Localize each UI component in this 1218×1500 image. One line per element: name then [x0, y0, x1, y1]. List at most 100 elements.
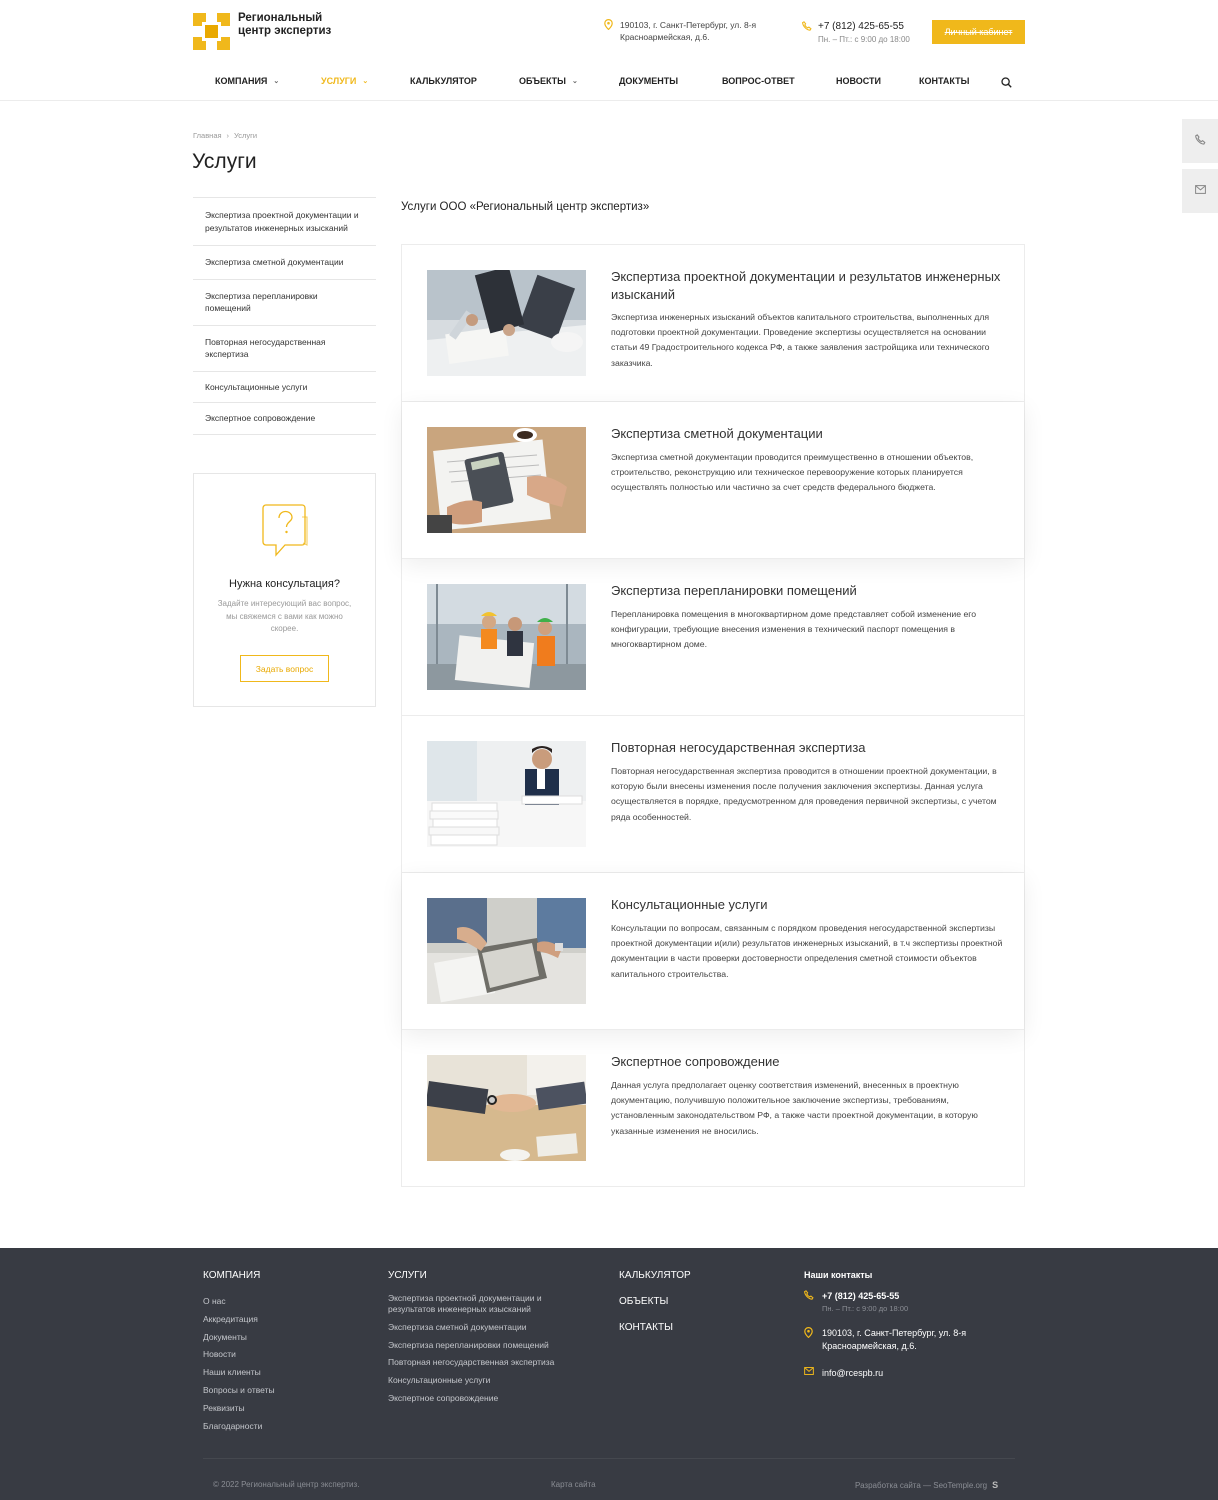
nav-faq[interactable]: Вопрос-ответ [722, 76, 795, 86]
footer-developer-link[interactable]: Разработка сайта — SeoTemple.org S [855, 1480, 998, 1490]
phone-icon [804, 1290, 822, 1313]
mail-icon [1194, 185, 1206, 197]
footer-link[interactable]: Экспертиза проектной документации и резу… [388, 1293, 588, 1315]
search-icon[interactable] [1001, 75, 1012, 88]
service-title[interactable]: Консультационные услуги [611, 896, 1001, 914]
logo-mark-icon [193, 13, 230, 50]
service-image-architects[interactable] [427, 270, 586, 376]
footer-calculator-link[interactable]: Калькулятор [619, 1270, 769, 1281]
service-card[interactable]: Экспертиза проектной документации и резу… [402, 245, 1024, 402]
message-widget[interactable] [1182, 169, 1218, 213]
footer-hours: Пн. – Пт.: с 9:00 до 18:00 [822, 1304, 909, 1313]
service-title[interactable]: Экспертиза проектной документации и резу… [611, 268, 1001, 303]
breadcrumb-separator-icon: › [226, 131, 230, 140]
service-title[interactable]: Экспертиза перепланировки помещений [611, 582, 1001, 600]
service-image-calculator[interactable] [427, 427, 586, 533]
footer-link[interactable]: Новости [203, 1346, 373, 1364]
footer-link[interactable]: Реквизиты [203, 1400, 373, 1418]
service-title[interactable]: Экспертиза сметной документации [611, 425, 1001, 443]
footer-contacts-title: Наши контакты [804, 1270, 873, 1280]
phone-icon [802, 21, 812, 44]
header-phone-number[interactable]: +7 (812) 425-65-55 [818, 21, 910, 32]
footer-link[interactable]: О нас [203, 1293, 373, 1311]
nav-services[interactable]: Услуги ⌄ [321, 76, 368, 86]
footer-sitemap-link[interactable]: Карта сайта [551, 1480, 596, 1489]
footer-link[interactable]: Экспертиза перепланировки помещений [388, 1340, 588, 1351]
footer-link[interactable]: Аккредитация [203, 1311, 373, 1329]
logo[interactable]: Региональный центр экспертиз [193, 12, 338, 50]
sidebar-item-support[interactable]: Экспертное сопровождение [193, 403, 376, 435]
header-address-text: 190103, г. Санкт-Петербург, ул. 8-я Крас… [620, 20, 757, 42]
seotemple-logo-icon: S [992, 1480, 999, 1490]
footer-contacts-link[interactable]: Контакты [619, 1322, 769, 1333]
service-image-handshake[interactable] [427, 1055, 586, 1161]
footer-contacts-column: Наши контакты +7 (812) 425-65-55 Пн. – П… [804, 1270, 1004, 1390]
breadcrumb-home[interactable]: Главная [193, 131, 222, 140]
consultation-title: Нужна консультация? [229, 578, 340, 590]
ask-question-button[interactable]: Задать вопрос [240, 655, 329, 682]
nav-label: Вопрос-ответ [722, 76, 795, 86]
footer-link[interactable]: Вопросы и ответы [203, 1382, 373, 1400]
sidebar-item-estimate-expertise[interactable]: Экспертиза сметной документации [193, 246, 376, 280]
nav-label: Документы [619, 76, 679, 86]
footer-services-heading[interactable]: Услуги [388, 1270, 588, 1281]
nav-objects[interactable]: Объекты ⌄ [519, 76, 578, 86]
nav-label: Новости [836, 76, 882, 86]
service-description: Консультации по вопросам, связанным с по… [611, 923, 1003, 979]
location-pin-icon [604, 18, 614, 43]
service-image-paperwork[interactable] [427, 741, 586, 847]
footer-phone[interactable]: +7 (812) 425-65-55 [822, 1290, 908, 1303]
service-card[interactable]: Экспертиза перепланировки помещений Пере… [402, 559, 1024, 716]
sidebar-menu: Экспертиза проектной документации и резу… [193, 197, 376, 435]
footer-link[interactable]: Экспертное сопровождение [388, 1393, 588, 1404]
nav-label: Услуги [321, 76, 357, 86]
service-image-consulting[interactable] [427, 898, 586, 1004]
footer-divider [203, 1458, 1015, 1459]
site-header: Региональный центр экспертиз 190103, г. … [0, 0, 1218, 101]
footer-link[interactable]: Консультационные услуги [388, 1375, 588, 1386]
nav-contacts[interactable]: Контакты [919, 76, 969, 86]
chevron-down-icon: ⌄ [273, 78, 280, 85]
service-card[interactable]: Повторная негосударственная экспертиза П… [402, 716, 1024, 873]
footer-link[interactable]: Наши клиенты [203, 1364, 373, 1382]
service-description: Экспертиза сметной документации проводит… [611, 452, 974, 493]
service-title[interactable]: Повторная негосударственная экспертиза [611, 739, 1001, 757]
question-bubble-icon [258, 501, 312, 564]
consultation-box: Нужна консультация? Задайте интересующий… [193, 473, 376, 707]
footer-link[interactable]: Благодарности [203, 1418, 373, 1436]
footer-copyright: © 2022 Региональный центр экспертиз. [213, 1480, 360, 1489]
nav-company[interactable]: Компания ⌄ [215, 76, 279, 86]
nav-label: Контакты [919, 76, 970, 86]
nav-calculator[interactable]: Калькулятор [410, 76, 477, 86]
sidebar-item-project-expertise[interactable]: Экспертиза проектной документации и резу… [193, 198, 376, 246]
sidebar-item-consulting[interactable]: Консультационные услуги [193, 372, 376, 403]
service-description: Повторная негосударственная экспертиза п… [611, 766, 997, 822]
mail-icon [804, 1367, 822, 1380]
nav-documents[interactable]: Документы [619, 76, 678, 86]
breadcrumb: Главная › Услуги [193, 131, 257, 140]
service-image-engineers[interactable] [427, 584, 586, 690]
footer-address: 190103, г. Санкт-Петербург, ул. 8-я Крас… [822, 1328, 967, 1351]
footer-company-heading[interactable]: Компания [203, 1270, 373, 1281]
footer-link[interactable]: Повторная негосударственная экспертиза [388, 1357, 588, 1368]
service-title[interactable]: Экспертное сопровождение [611, 1053, 1001, 1071]
services-list: Экспертиза проектной документации и резу… [401, 244, 1025, 1187]
footer-misc-column: Калькулятор Объекты Контакты [619, 1270, 769, 1348]
logo-text: Региональный центр экспертиз [238, 12, 332, 37]
sidebar-item-repeat-expertise[interactable]: Повторная негосударственная экспертиза [193, 326, 376, 372]
service-card[interactable]: Консультационные услуги Консультации по … [402, 873, 1024, 1030]
breadcrumb-current: Услуги [234, 131, 258, 140]
footer-email[interactable]: info@rcespb.ru [822, 1367, 883, 1380]
nav-news[interactable]: Новости [836, 76, 881, 86]
service-card[interactable]: Экспертиза сметной документации Эксперти… [402, 402, 1024, 559]
footer-link[interactable]: Документы [203, 1329, 373, 1347]
footer-objects-link[interactable]: Объекты [619, 1296, 769, 1307]
footer-address-row: 190103, г. Санкт-Петербург, ул. 8-я Крас… [804, 1326, 1004, 1353]
sidebar-item-replanning-expertise[interactable]: Экспертиза перепланировки помещений [193, 280, 376, 326]
footer-link[interactable]: Экспертиза сметной документации [388, 1322, 588, 1333]
service-card[interactable]: Экспертное сопровождение Данная услуга п… [402, 1030, 1024, 1186]
callback-widget[interactable] [1182, 119, 1218, 163]
consultation-text: Задайте интересующий вас вопрос, мы свяж… [217, 599, 352, 633]
page-title: Услуги [192, 150, 257, 173]
personal-cabinet-button[interactable]: Личный кабинет [932, 20, 1025, 44]
